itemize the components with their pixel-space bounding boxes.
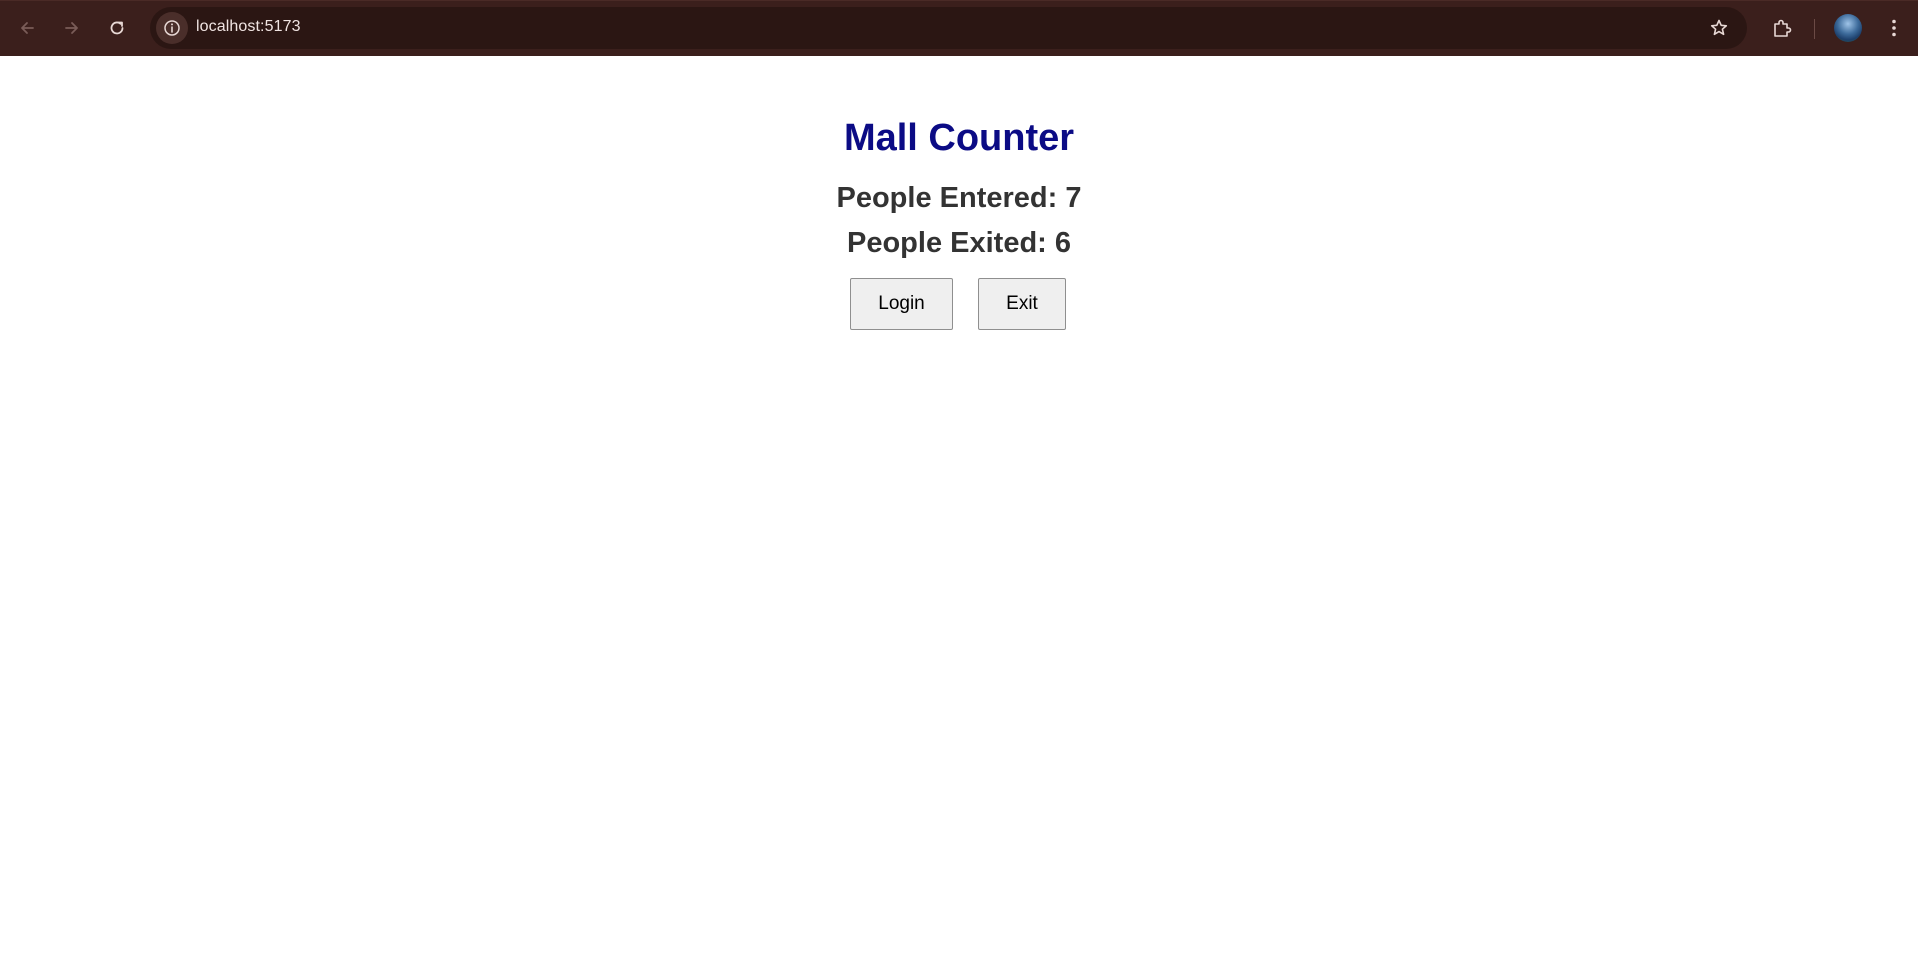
people-entered-label: People Entered: — [836, 181, 1058, 214]
forward-button[interactable] — [57, 13, 87, 43]
extensions-button[interactable] — [1768, 14, 1796, 42]
url-text[interactable]: localhost:5173 — [196, 18, 301, 36]
star-icon — [1710, 19, 1728, 36]
people-exited-label: People Exited: — [846, 227, 1047, 260]
people-entered-stat: People Entered: 7 — [0, 182, 1918, 215]
toolbar-divider — [1814, 19, 1815, 39]
login-button[interactable]: Login — [850, 278, 953, 331]
profile-avatar[interactable] — [1834, 14, 1862, 42]
arrow-right-icon — [65, 22, 78, 34]
arrow-left-icon — [21, 22, 34, 34]
back-button[interactable] — [12, 13, 42, 43]
exit-button[interactable]: Exit — [978, 278, 1066, 331]
browser-menu-button[interactable] — [1880, 14, 1908, 42]
page-content: Mall Counter People Entered: 7 People Ex… — [0, 56, 1918, 962]
people-entered-count: 7 — [1065, 181, 1082, 214]
reload-button[interactable] — [102, 13, 132, 43]
bookmark-button[interactable] — [1707, 16, 1731, 40]
kebab-menu-icon — [1892, 19, 1896, 37]
address-bar[interactable]: localhost:5173 — [150, 7, 1747, 49]
puzzle-icon — [1774, 19, 1792, 37]
people-exited-stat: People Exited: 6 — [0, 227, 1918, 260]
reload-icon — [110, 21, 124, 35]
browser-toolbar: localhost:5173 — [0, 0, 1918, 56]
action-buttons: Login Exit — [0, 278, 1918, 331]
info-icon — [164, 20, 180, 36]
people-exited-count: 6 — [1054, 227, 1072, 260]
page-title: Mall Counter — [843, 117, 1075, 159]
site-info-button[interactable] — [156, 12, 188, 44]
